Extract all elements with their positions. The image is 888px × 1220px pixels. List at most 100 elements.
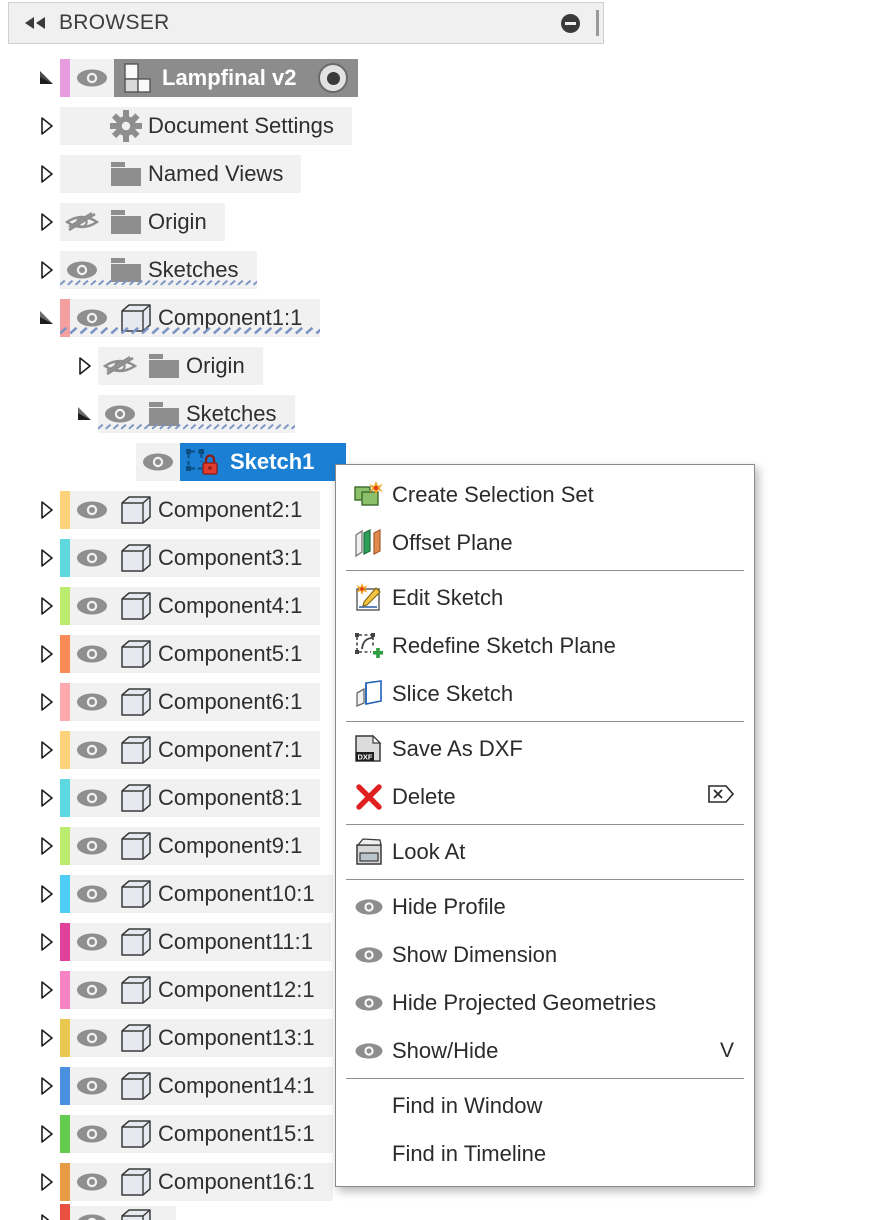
twisty-collapsed-icon[interactable] [34,918,60,966]
root-document-pill[interactable]: Lampfinal v2 [114,59,359,97]
eye-visible-icon[interactable] [70,307,114,329]
menu-item[interactable]: Offset Plane [336,519,754,567]
twisty-collapsed-icon[interactable] [34,582,60,630]
eye-visible-icon[interactable] [70,499,114,521]
tree-row-body[interactable]: Sketches [60,251,257,289]
twisty-collapsed-icon[interactable] [34,1199,60,1220]
eye-visible-icon[interactable] [70,1123,114,1145]
twisty-collapsed-icon[interactable] [34,822,60,870]
menu-item[interactable]: Show/Hide V [336,1027,754,1075]
minimize-dot-icon[interactable] [561,13,580,33]
tree-row-body[interactable]: Component9:1 [60,827,321,865]
tree-row[interactable]: Named Views [0,150,888,198]
tree-row-body[interactable]: Component15:1 [60,1115,333,1153]
tree-row-body[interactable]: Component6:1 [60,683,321,721]
tree-row-body[interactable]: Component3:1 [60,539,321,577]
menu-item[interactable]: Show Dimension [336,931,754,979]
selected-item-chip[interactable]: Sketch1 [180,443,347,481]
active-document-radio[interactable] [318,63,349,93]
tree-row[interactable]: Origin [0,342,888,390]
twisty-collapsed-icon[interactable] [34,1110,60,1158]
twisty-expanded-icon[interactable] [34,54,60,102]
eye-visible-icon[interactable] [70,691,114,713]
twisty-collapsed-icon[interactable] [34,150,60,198]
menu-item[interactable]: Find in Timeline [336,1130,754,1178]
tree-row[interactable]: Component1:1 [0,294,888,342]
eye-visible-icon[interactable] [136,451,180,473]
drag-handle-icon[interactable] [596,10,599,36]
twisty-expanded-icon[interactable] [34,294,60,342]
eye-visible-icon[interactable] [70,739,114,761]
twisty-collapsed-icon[interactable] [34,966,60,1014]
eye-visible-icon[interactable] [70,595,114,617]
tree-row[interactable]: Sketches [0,390,888,438]
tree-row-root[interactable]: Lampfinal v2 [0,54,888,102]
tree-row-body[interactable]: Component16:1 [60,1163,333,1201]
twisty-collapsed-icon[interactable] [34,630,60,678]
eye-visible-icon[interactable] [70,835,114,857]
eye-visible-icon[interactable] [70,1027,114,1049]
eye-hidden-icon[interactable] [60,210,104,234]
twisty-collapsed-icon[interactable] [34,102,60,150]
tree-row-body[interactable]: Component14:1 [60,1067,333,1105]
twisty-collapsed-icon[interactable] [34,486,60,534]
menu-item[interactable]: Edit Sketch [336,574,754,622]
eye-visible-icon[interactable] [70,979,114,1001]
menu-item[interactable]: Look At [336,828,754,876]
tree-row-body[interactable]: Sketch1 [136,443,347,481]
double-left-arrow-icon[interactable] [23,10,49,36]
tree-row-body[interactable]: Component7:1 [60,731,321,769]
tree-row[interactable]: Document Settings [0,102,888,150]
tree-row-body[interactable]: Lampfinal v2 [60,59,359,97]
tree-row[interactable]: Origin [0,198,888,246]
twisty-collapsed-icon[interactable] [34,726,60,774]
twisty-collapsed-icon[interactable] [34,246,60,294]
eye-visible-icon[interactable] [70,931,114,953]
tree-row-body[interactable]: Named Views [60,155,302,193]
twisty-collapsed-icon[interactable] [34,678,60,726]
context-menu[interactable]: Create Selection Set Offset Plane Edit Ske… [335,464,755,1187]
menu-item[interactable]: Redefine Sketch Plane [336,622,754,670]
menu-item[interactable]: Create Selection Set [336,471,754,519]
tree-row-body[interactable]: Sketches [98,395,295,433]
menu-item[interactable]: Hide Projected Geometries [336,979,754,1027]
tree-row-body[interactable]: Origin [60,203,225,241]
tree-row-body[interactable]: Component5:1 [60,635,321,673]
twisty-collapsed-icon[interactable] [34,534,60,582]
tree-row-body[interactable]: Document Settings [60,107,352,145]
menu-item[interactable]: Delete [336,773,754,821]
eye-visible-icon[interactable] [98,403,142,425]
tree-row-body[interactable]: Component10:1 [60,875,333,913]
tree-row-body[interactable]: Component13:1 [60,1019,333,1057]
eye-visible-icon[interactable] [70,547,114,569]
eye-visible-icon[interactable] [70,643,114,665]
eye-visible-icon[interactable] [70,787,114,809]
twisty-collapsed-icon[interactable] [34,870,60,918]
eye-hidden-icon[interactable] [98,354,142,378]
tree-row-body[interactable]: Component4:1 [60,587,321,625]
twisty-collapsed-icon[interactable] [34,1014,60,1062]
menu-item[interactable]: Hide Profile [336,883,754,931]
eye-visible-icon[interactable] [70,67,114,89]
eye-visible-icon[interactable] [70,1075,114,1097]
tree-row-body[interactable]: Component2:1 [60,491,321,529]
twisty-collapsed-icon[interactable] [34,198,60,246]
tree-row-body[interactable]: Component8:1 [60,779,321,817]
menu-item[interactable]: DXF Save As DXF [336,725,754,773]
tree-row-body[interactable]: Component12:1 [60,971,333,1009]
eye-visible-icon[interactable] [60,259,104,281]
menu-item[interactable]: Slice Sketch [336,670,754,718]
tree-row[interactable]: Sketches [0,246,888,294]
tree-row[interactable] [0,1204,888,1220]
menu-item[interactable]: Find in Window [336,1082,754,1130]
eye-visible-icon[interactable] [70,1212,114,1220]
tree-row-body[interactable]: Component1:1 [60,299,321,337]
twisty-collapsed-icon[interactable] [34,1062,60,1110]
tree-row-body[interactable]: Component11:1 [60,923,331,961]
twisty-collapsed-icon[interactable] [34,774,60,822]
eye-visible-icon[interactable] [70,1171,114,1193]
twisty-expanded-icon[interactable] [72,390,98,438]
eye-visible-icon[interactable] [70,883,114,905]
twisty-collapsed-icon[interactable] [72,342,98,390]
tree-row-body[interactable]: Origin [98,347,263,385]
